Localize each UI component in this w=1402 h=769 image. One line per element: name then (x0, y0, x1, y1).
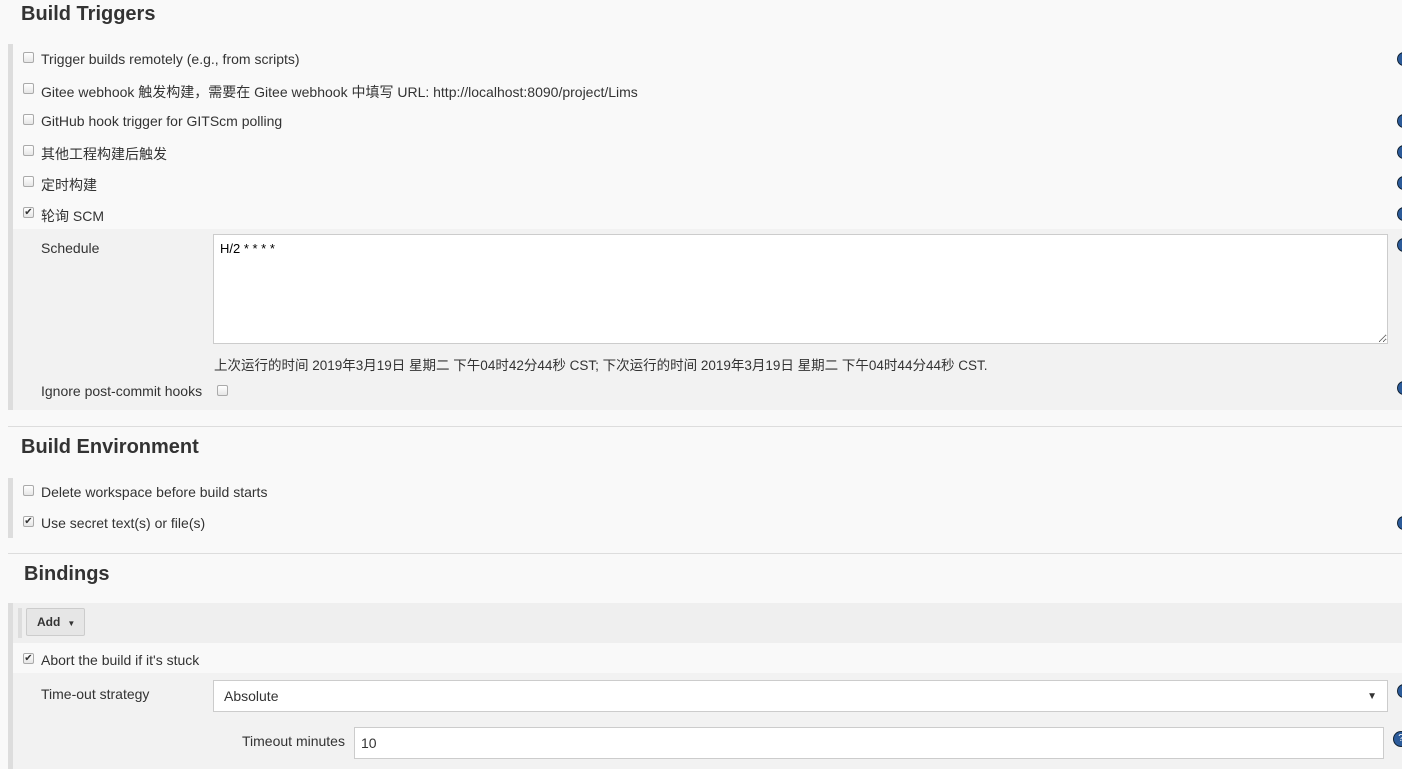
label-gitee-webhook: Gitee webhook 触发构建，需要在 Gitee webhook 中填写… (41, 84, 638, 100)
help-icon[interactable] (1397, 516, 1402, 530)
add-label: Add (37, 615, 61, 629)
label-delete-workspace: Delete workspace before build starts (41, 484, 268, 500)
timeout-input[interactable]: 10 (354, 727, 1384, 759)
label-github-hook: GitHub hook trigger for GITScm polling (41, 113, 283, 129)
checkbox-secret-files[interactable]: ✔ (23, 516, 34, 527)
checkbox-github-hook[interactable] (23, 114, 34, 125)
help-icon[interactable] (1397, 145, 1402, 159)
divider (8, 426, 1402, 427)
label-periodic-build: 定时构建 (41, 177, 97, 193)
toolbar-bar (18, 608, 22, 638)
divider (8, 553, 1402, 554)
checkbox-trigger-remote[interactable] (23, 52, 34, 63)
bindings-toolbar (13, 603, 1402, 643)
checkbox-poll-scm[interactable]: ✔ (23, 207, 34, 218)
schedule-textarea[interactable] (213, 234, 1388, 344)
ignore-hooks-label: Ignore post-commit hooks (41, 383, 203, 399)
label-abort-stuck: Abort the build if it's stuck (41, 652, 200, 668)
help-icon[interactable] (1397, 52, 1402, 66)
caret-down-icon: ▼ (67, 619, 76, 628)
timeout-value: 10 (361, 735, 377, 751)
checkbox-periodic-build[interactable] (23, 176, 34, 187)
checkbox-ignore-hooks[interactable] (217, 385, 228, 396)
checkbox-delete-workspace[interactable] (23, 485, 34, 496)
strategy-select[interactable]: Absolute ▼ (213, 680, 1388, 712)
checkbox-gitee-webhook[interactable] (23, 83, 34, 94)
label-trigger-remote: Trigger builds remotely (e.g., from scri… (41, 51, 300, 67)
strategy-label: Time-out strategy (41, 686, 150, 702)
label-secret-files: Use secret text(s) or file(s) (41, 515, 206, 531)
section-bar (8, 478, 13, 538)
schedule-label: Schedule (41, 240, 100, 256)
strategy-value: Absolute (224, 688, 279, 704)
schedule-info: 上次运行的时间 2019年3月19日 星期二 下午04时42分44秒 CST; … (214, 358, 988, 373)
help-icon[interactable] (1397, 207, 1402, 221)
dropdown-arrow-icon: ▼ (1367, 690, 1377, 702)
help-icon[interactable] (1397, 114, 1402, 128)
label-after-other-projects: 其他工程构建后触发 (41, 146, 167, 162)
bindings-title: Bindings (24, 563, 110, 585)
label-poll-scm: 轮询 SCM (41, 208, 104, 224)
add-binding-button[interactable]: Add ▼ (26, 608, 85, 636)
build-triggers-title: Build Triggers (21, 3, 156, 25)
help-question-icon[interactable]: ? (1393, 731, 1402, 747)
help-icon[interactable] (1397, 176, 1402, 190)
checkbox-abort-stuck[interactable]: ✔ (23, 653, 34, 664)
checkbox-after-other-projects[interactable] (23, 145, 34, 156)
build-environment-title: Build Environment (21, 436, 199, 458)
timeout-label: Timeout minutes (242, 733, 345, 749)
